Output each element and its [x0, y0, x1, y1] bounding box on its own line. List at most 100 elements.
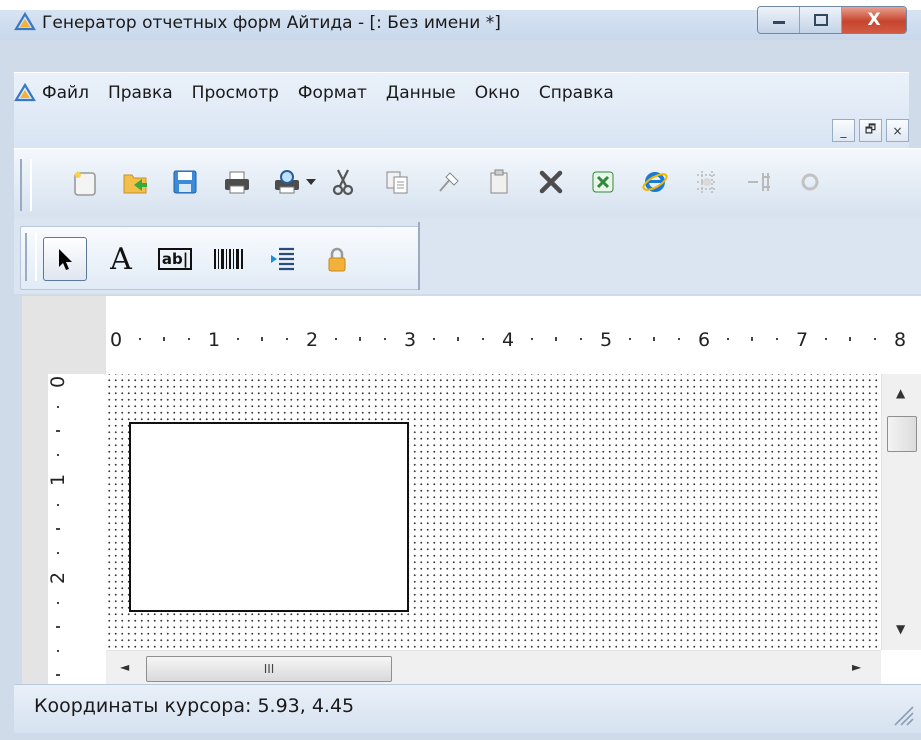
- vruler-label-0: 0: [48, 376, 69, 388]
- window-title: Генератор отчетных форм Айтида - [: Без …: [42, 13, 501, 33]
- dropdown-arrow-icon: [306, 179, 316, 185]
- text-tool-button[interactable]: A: [99, 237, 143, 281]
- document-controls: _ 🗗 ×: [832, 119, 909, 142]
- report-element-frame[interactable]: [129, 422, 409, 612]
- minimize-button[interactable]: [758, 7, 800, 33]
- document-area: 0 1 2 3 4 5 6 7 8 0 1 2 ▲ ▼ ◄ III ►: [22, 296, 921, 685]
- internet-explorer-button[interactable]: [638, 165, 672, 199]
- new-button[interactable]: [68, 165, 102, 199]
- align-tool-icon: [271, 247, 294, 271]
- close-button[interactable]: X: [842, 7, 906, 33]
- vertical-ruler[interactable]: 0 1 2: [22, 374, 108, 684]
- paste-icon: [490, 169, 508, 194]
- doc-minimize-button[interactable]: _: [832, 119, 855, 142]
- ruler-label-2: 2: [306, 329, 318, 351]
- tools-toolbar-area: A ab|: [14, 218, 921, 294]
- cut-button[interactable]: [326, 165, 360, 199]
- tools-toolbar-grip[interactable]: [25, 233, 37, 281]
- ruler-label-8: 8: [894, 329, 906, 351]
- maximize-icon: [813, 14, 828, 26]
- minimize-icon: [772, 21, 785, 24]
- scroll-right-arrow[interactable]: ►: [852, 660, 861, 674]
- print-preview-icon: [275, 170, 299, 194]
- scroll-left-arrow[interactable]: ◄: [120, 660, 129, 674]
- vruler-tick-marks: [56, 406, 60, 676]
- scroll-down-arrow[interactable]: ▼: [896, 622, 905, 636]
- pointer-icon: [59, 249, 72, 270]
- copy-icon: [386, 171, 408, 194]
- text-tool-icon: A: [110, 241, 132, 277]
- field-tool-button[interactable]: ab|: [153, 237, 197, 281]
- menu-bar: Файл Правка Просмотр Формат Данные Окно …: [14, 72, 909, 149]
- align-tool-button[interactable]: [261, 237, 305, 281]
- more-icon: [801, 173, 819, 191]
- menu-help[interactable]: Справка: [539, 83, 614, 103]
- copy-button[interactable]: [380, 165, 414, 199]
- ruler-corner: [22, 296, 106, 374]
- ruler-label-4: 4: [502, 329, 514, 351]
- doc-logo-icon[interactable]: [14, 83, 36, 103]
- field-tool-icon: ab|: [157, 248, 193, 270]
- insert-row-button[interactable]: [690, 165, 724, 199]
- cut-icon: [332, 169, 354, 196]
- ruler-label-0: 0: [110, 329, 122, 351]
- lock-tool-button[interactable]: [315, 237, 359, 281]
- open-button[interactable]: [118, 165, 152, 199]
- format-painter-icon: [439, 172, 459, 192]
- vruler-label-1: 1: [48, 474, 69, 486]
- menu-file[interactable]: Файл: [42, 83, 89, 103]
- maximize-button[interactable]: [800, 7, 842, 33]
- pointer-tool-button[interactable]: [43, 237, 87, 281]
- scroll-up-arrow[interactable]: ▲: [896, 386, 905, 400]
- ruler-label-6: 6: [698, 329, 710, 351]
- export-excel-button[interactable]: [586, 165, 620, 199]
- ruler-label-1: 1: [208, 329, 220, 351]
- menu-window[interactable]: Окно: [475, 83, 520, 103]
- print-button[interactable]: [220, 165, 254, 199]
- menu-view[interactable]: Просмотр: [192, 83, 279, 103]
- main-toolbar: [14, 148, 921, 219]
- insert-column-icon: [748, 173, 770, 191]
- toolbar-separator: [418, 222, 420, 290]
- horizontal-ruler[interactable]: 0 1 2 3 4 5 6 7 8: [106, 316, 921, 374]
- status-bar: Координаты курсора: 5.93, 4.45: [14, 684, 921, 733]
- horizontal-ruler-ticks: 0 1 2 3 4 5 6 7 8: [110, 329, 906, 351]
- horizontal-scroll-thumb[interactable]: III: [146, 656, 392, 682]
- barcode-tool-button[interactable]: [207, 237, 251, 281]
- vruler-label-2: 2: [48, 572, 69, 584]
- export-excel-icon: [592, 171, 614, 193]
- ruler-label-3: 3: [404, 329, 416, 351]
- new-icon: [74, 171, 96, 196]
- print-preview-button[interactable]: [270, 165, 304, 199]
- paste-button[interactable]: [482, 165, 516, 199]
- app-logo-icon: [14, 12, 36, 31]
- vertical-ruler-ticks: 0 1 2: [47, 376, 69, 676]
- delete-icon: [539, 170, 563, 194]
- app-window: Генератор отчетных форм Айтида - [: Без …: [0, 0, 921, 740]
- more-button[interactable]: [794, 165, 822, 199]
- menu-format[interactable]: Формат: [298, 83, 367, 103]
- barcode-tool-icon: [214, 249, 243, 269]
- resize-grip-icon[interactable]: [889, 701, 915, 727]
- open-icon: [123, 174, 147, 194]
- ruler-label-5: 5: [600, 329, 612, 351]
- title-bar[interactable]: Генератор отчетных форм Айтида - [: Без …: [0, 0, 921, 40]
- lock-icon: [328, 247, 346, 272]
- scroll-thumb-grip: III: [263, 662, 275, 676]
- format-painter-button[interactable]: [432, 165, 466, 199]
- horizontal-scrollbar[interactable]: ◄ III ►: [106, 650, 881, 685]
- insert-column-button[interactable]: [742, 165, 776, 199]
- menu-edit[interactable]: Правка: [108, 83, 173, 103]
- ruler-label-7: 7: [796, 329, 808, 351]
- preview-dropdown-button[interactable]: [302, 165, 320, 199]
- menu-data[interactable]: Данные: [386, 83, 456, 103]
- vertical-scrollbar[interactable]: ▲ ▼: [881, 374, 921, 650]
- insert-row-icon: [697, 171, 717, 193]
- menu-items: Файл Правка Просмотр Формат Данные Окно …: [14, 83, 633, 103]
- doc-restore-button[interactable]: 🗗: [859, 119, 882, 142]
- doc-close-button[interactable]: ×: [886, 119, 909, 142]
- delete-button[interactable]: [534, 165, 568, 199]
- toolbar-grip[interactable]: [20, 159, 32, 211]
- vertical-scroll-thumb[interactable]: [887, 416, 917, 452]
- save-button[interactable]: [168, 165, 202, 199]
